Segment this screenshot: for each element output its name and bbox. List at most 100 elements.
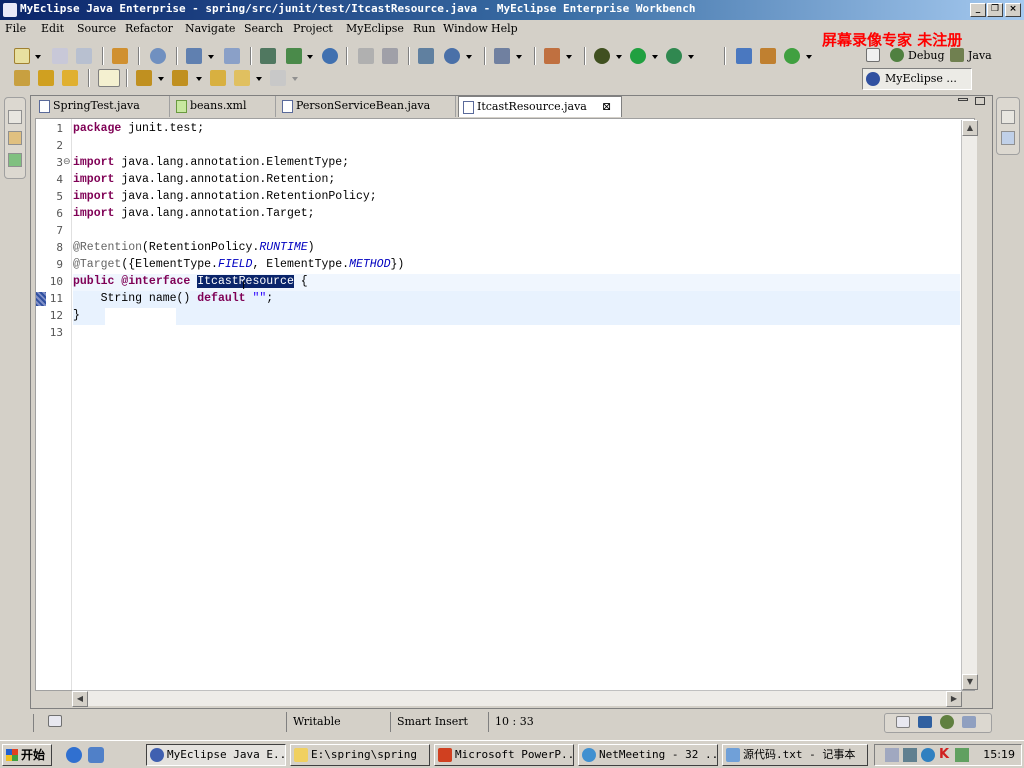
chevron-down-icon[interactable]: [652, 55, 658, 59]
code-editor[interactable]: 1 2 3 ⊖ 4 5 6 7 8 9 10 11 12 13 package …: [35, 118, 975, 691]
perspective-debug[interactable]: Debug: [908, 49, 945, 62]
package-explorer-icon[interactable]: [8, 131, 22, 145]
menu-window[interactable]: Window: [443, 22, 488, 35]
chevron-down-icon[interactable]: [196, 77, 202, 81]
network-icon[interactable]: [903, 748, 917, 762]
run-icon[interactable]: [630, 48, 646, 64]
task-notepad[interactable]: 源代码.txt - 记事本: [722, 744, 868, 766]
menu-file[interactable]: File: [5, 22, 26, 35]
console-icon[interactable]: [918, 716, 932, 728]
task-netmeeting[interactable]: NetMeeting - 32 ...: [578, 744, 718, 766]
java-perspective-icon[interactable]: [950, 48, 964, 62]
new-ejb-icon[interactable]: [286, 48, 302, 64]
chevron-down-icon[interactable]: [566, 55, 572, 59]
menu-edit[interactable]: Edit: [41, 22, 64, 35]
menu-project[interactable]: Project: [293, 22, 333, 35]
print-icon[interactable]: [76, 48, 92, 64]
minimize-button[interactable]: _: [970, 3, 986, 17]
tab-beans-xml[interactable]: beans.xml: [172, 96, 276, 117]
scroll-down-icon[interactable]: ▼: [962, 674, 978, 690]
netmeeting-tray-icon[interactable]: [921, 748, 935, 762]
tab-itcastresource[interactable]: ItcastResource.java ⊠: [458, 96, 622, 117]
perspective-myeclipse[interactable]: MyEclipse ...: [862, 68, 972, 90]
problems-icon[interactable]: [940, 715, 954, 729]
chevron-down-icon[interactable]: [35, 55, 41, 59]
tab-personservicebean[interactable]: PersonServiceBean.java: [278, 96, 456, 117]
last-edit-location-icon[interactable]: [210, 70, 226, 86]
fast-view-icon[interactable]: [48, 715, 62, 727]
next-annotation-icon[interactable]: [136, 70, 152, 86]
servers-icon[interactable]: [962, 716, 976, 728]
horizontal-scrollbar[interactable]: ◀ ▶: [72, 690, 962, 707]
task-powerpoint[interactable]: Microsoft PowerP...: [434, 744, 574, 766]
chevron-down-icon[interactable]: [208, 55, 214, 59]
hierarchy-icon[interactable]: [8, 153, 22, 167]
printer-icon[interactable]: [885, 748, 899, 762]
menu-search[interactable]: Search: [244, 22, 283, 35]
fold-icon[interactable]: ⊖: [63, 157, 71, 167]
deploy-icon[interactable]: [186, 48, 202, 64]
internet-explorer-icon[interactable]: [66, 747, 82, 763]
previous-annotation-icon[interactable]: [172, 70, 188, 86]
outline-view-icon[interactable]: [1001, 131, 1015, 145]
server-icon[interactable]: [150, 48, 166, 64]
globe-icon[interactable]: [322, 48, 338, 64]
maximize-editor-icon[interactable]: [975, 97, 985, 105]
menu-run[interactable]: Run: [413, 22, 435, 35]
refresh-icon[interactable]: [382, 48, 398, 64]
open-folder-icon[interactable]: [62, 70, 78, 86]
antivirus-icon[interactable]: K: [939, 747, 949, 762]
close-tab-icon[interactable]: ⊠: [602, 97, 611, 117]
menu-myeclipse[interactable]: MyEclipse: [346, 22, 404, 35]
web-browser-icon[interactable]: [444, 48, 460, 64]
debug-icon[interactable]: [594, 48, 610, 64]
restore-icon[interactable]: [896, 716, 910, 728]
toggle-mark-occurrences-icon[interactable]: [98, 69, 120, 87]
browse-icon[interactable]: [224, 48, 240, 64]
task-explorer-folder[interactable]: E:\spring\spring: [290, 744, 430, 766]
chevron-down-icon[interactable]: [256, 77, 262, 81]
perspective-java[interactable]: Java: [968, 49, 992, 62]
camera-icon[interactable]: [494, 48, 510, 64]
chevron-down-icon[interactable]: [307, 55, 313, 59]
new-icon[interactable]: [14, 48, 30, 64]
new-class-icon[interactable]: [784, 48, 800, 64]
menu-refactor[interactable]: Refactor: [125, 22, 173, 35]
minimize-editor-icon[interactable]: [958, 98, 968, 101]
debug-perspective-icon[interactable]: [890, 48, 904, 62]
package-icon[interactable]: [112, 48, 128, 64]
vertical-scrollbar[interactable]: ▲ ▼: [961, 120, 978, 690]
chevron-down-icon[interactable]: [516, 55, 522, 59]
menu-navigate[interactable]: Navigate: [185, 22, 235, 35]
run-external-icon[interactable]: [666, 48, 682, 64]
chevron-down-icon[interactable]: [466, 55, 472, 59]
save-icon[interactable]: [52, 48, 68, 64]
new-web-project-icon[interactable]: [260, 48, 276, 64]
close-button[interactable]: ×: [1005, 3, 1021, 17]
tools-icon[interactable]: [544, 48, 560, 64]
chevron-down-icon[interactable]: [688, 55, 694, 59]
restore-icon[interactable]: [1001, 110, 1015, 124]
scroll-right-icon[interactable]: ▶: [946, 691, 962, 707]
open-resource-icon[interactable]: [38, 70, 54, 86]
outline-icon[interactable]: [418, 48, 434, 64]
chevron-down-icon[interactable]: [806, 55, 812, 59]
maximize-button[interactable]: ❐: [987, 3, 1003, 17]
menu-source[interactable]: Source: [77, 22, 116, 35]
tab-springtest[interactable]: SpringTest.java: [35, 96, 170, 117]
open-perspective-icon[interactable]: [866, 48, 880, 62]
volume-icon[interactable]: [955, 748, 969, 762]
chevron-down-icon[interactable]: [158, 77, 164, 81]
open-type-icon[interactable]: [14, 70, 30, 86]
back-icon[interactable]: [234, 70, 250, 86]
scroll-up-icon[interactable]: ▲: [962, 120, 978, 136]
restore-icon[interactable]: [8, 110, 22, 124]
new-java-project-icon[interactable]: [736, 48, 752, 64]
start-button[interactable]: 开始: [2, 744, 52, 766]
show-desktop-icon[interactable]: [88, 747, 104, 763]
new-package-icon[interactable]: [760, 48, 776, 64]
scroll-left-icon[interactable]: ◀: [72, 691, 88, 707]
chevron-down-icon[interactable]: [616, 55, 622, 59]
task-myeclipse[interactable]: MyEclipse Java E...: [146, 744, 286, 766]
menu-help[interactable]: Help: [491, 22, 518, 35]
